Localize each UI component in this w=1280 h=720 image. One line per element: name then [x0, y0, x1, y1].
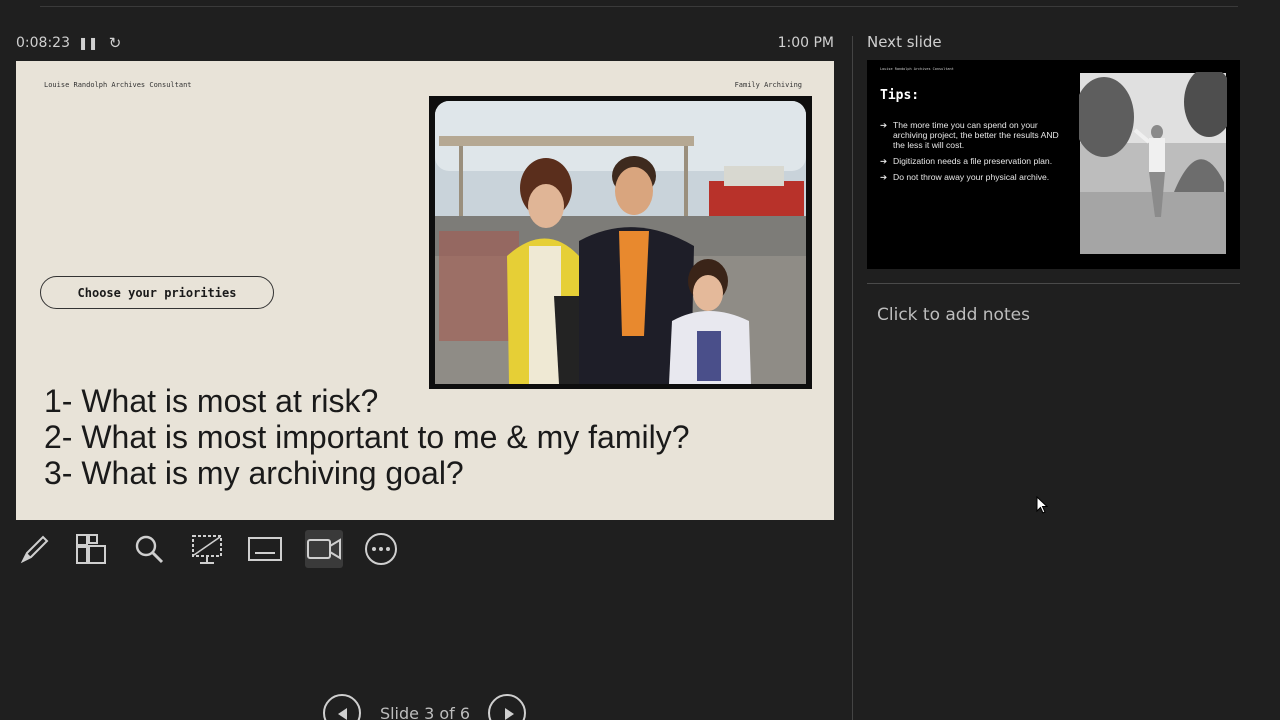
- camera-icon[interactable]: [305, 530, 343, 568]
- question-item: 2- What is most important to me & my fam…: [44, 419, 690, 455]
- tip-item: ➔ Do not throw away your physical archive…: [880, 172, 1070, 182]
- subtitles-icon[interactable]: [246, 530, 284, 568]
- panel-divider[interactable]: [852, 36, 853, 720]
- next-slide-thumbnail[interactable]: Louise Randolph Archives Consultant Tips…: [867, 60, 1240, 269]
- arrow-icon: ➔: [880, 156, 888, 166]
- more-options-icon[interactable]: [362, 530, 400, 568]
- speaker-notes[interactable]: Click to add notes: [877, 305, 1030, 325]
- arrow-icon: ➔: [880, 172, 888, 182]
- next-slide-label: Next slide: [867, 33, 942, 51]
- all-slides-icon[interactable]: [72, 530, 110, 568]
- tip-item: ➔ The more time you can spend on your arc…: [880, 120, 1070, 150]
- pen-icon[interactable]: [16, 530, 54, 568]
- tip-text: The more time you can spend on your arch…: [893, 120, 1059, 150]
- question-item: 3- What is my archiving goal?: [44, 455, 464, 491]
- questions-list: 1- What is most at risk? 2- What is most…: [44, 383, 690, 491]
- thumb-tips-list: ➔ The more time you can spend on your arc…: [880, 120, 1070, 188]
- question-item: 1- What is most at risk?: [44, 383, 379, 419]
- mouse-cursor-icon: [1036, 496, 1048, 514]
- elapsed-timer: 0:08:23: [16, 35, 70, 51]
- previous-slide-button[interactable]: [323, 694, 361, 720]
- current-slide[interactable]: Louise Randolph Archives Consultant Fami…: [16, 61, 834, 520]
- thumb-photo: [1074, 67, 1234, 255]
- slide-author: Louise Randolph Archives Consultant: [44, 81, 192, 89]
- tip-item: ➔ Digitization needs a file preservation …: [880, 156, 1070, 166]
- arrow-icon: ➔: [880, 120, 888, 130]
- tip-text: Digitization needs a file preservation p…: [893, 156, 1053, 166]
- family-photo: [429, 96, 812, 389]
- thumb-title: Tips:: [880, 88, 920, 103]
- restart-icon[interactable]: ↻: [106, 34, 124, 52]
- thumb-author: Louise Randolph Archives Consultant: [880, 67, 954, 71]
- priorities-pill: Choose your priorities: [40, 276, 274, 309]
- next-slide-button[interactable]: [488, 694, 526, 720]
- top-divider: [40, 6, 1238, 7]
- slide-counter: Slide 3 of 6: [379, 704, 471, 720]
- current-time: 1:00 PM: [777, 35, 834, 51]
- notes-divider: [867, 283, 1240, 284]
- pause-icon[interactable]: ❚❚: [78, 35, 98, 51]
- presenter-view: 0:08:23 ❚❚ ↻ 1:00 PM Louise Randolph Arc…: [0, 0, 1280, 720]
- slide-topic: Family Archiving: [734, 81, 802, 89]
- screen-icon[interactable]: [188, 530, 226, 568]
- tip-text: Do not throw away your physical archive.: [893, 172, 1050, 182]
- zoom-icon[interactable]: [130, 530, 168, 568]
